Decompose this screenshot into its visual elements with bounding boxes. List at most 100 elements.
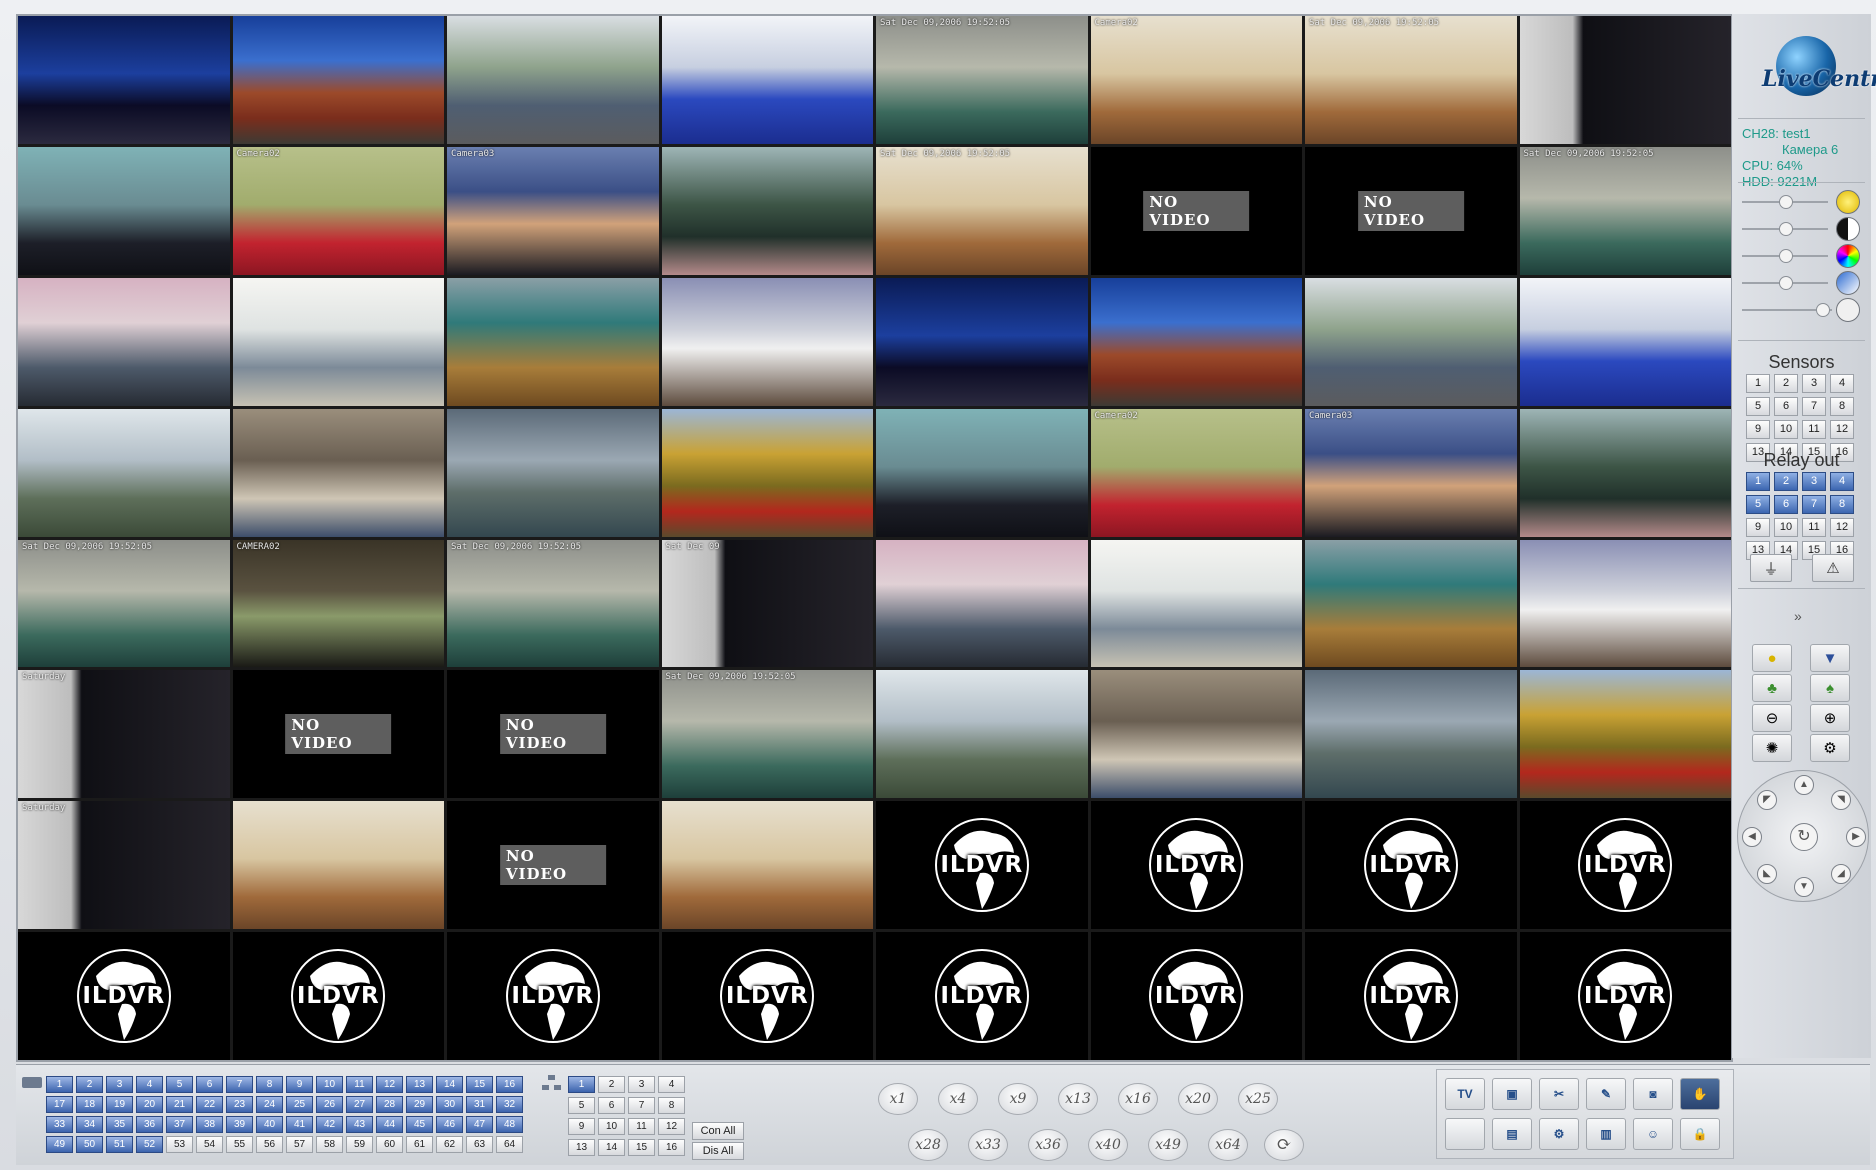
ptz-up-right-button[interactable]: ◥ bbox=[1831, 790, 1851, 810]
camera-tile[interactable]: ILDVR bbox=[876, 932, 1088, 1060]
channel-button[interactable]: 20 bbox=[136, 1096, 163, 1113]
channel-button[interactable]: 63 bbox=[466, 1136, 493, 1153]
sensor-button[interactable]: 10 bbox=[1774, 420, 1798, 439]
channel-button[interactable]: 41 bbox=[286, 1116, 313, 1133]
camera-tile[interactable]: NO VIDEO bbox=[232, 670, 444, 799]
camera-tile[interactable] bbox=[232, 801, 444, 930]
camera-tile[interactable] bbox=[18, 146, 230, 275]
channel-button[interactable]: 28 bbox=[376, 1096, 403, 1113]
camera-tile[interactable]: Sat Dec 09,2006 19:52:05 bbox=[1519, 146, 1731, 275]
channel-button[interactable]: 19 bbox=[106, 1096, 133, 1113]
channel-button[interactable]: 33 bbox=[46, 1116, 73, 1133]
alarm-button[interactable]: ⚠ bbox=[1812, 554, 1854, 582]
tool-hand-button[interactable]: ✋ bbox=[1680, 1078, 1720, 1110]
sensor-button[interactable]: 12 bbox=[1830, 420, 1854, 439]
camera-tile[interactable]: Sat Dec 09,2006 19:52:05 bbox=[447, 539, 659, 668]
ptz-zoom-out-button[interactable]: ⊖ bbox=[1752, 704, 1792, 732]
channel-button[interactable]: 15 bbox=[466, 1076, 493, 1093]
camera-tile[interactable]: Sat Dec 09,2006 19:52:05 bbox=[1305, 16, 1517, 144]
group-button[interactable]: 8 bbox=[658, 1097, 685, 1114]
layout-button[interactable]: x33 bbox=[968, 1129, 1008, 1161]
slider-knob[interactable] bbox=[1816, 303, 1831, 317]
group-button[interactable]: 4 bbox=[658, 1076, 685, 1093]
channel-button[interactable]: 60 bbox=[376, 1136, 403, 1153]
camera-tile[interactable]: NO VIDEO bbox=[1090, 146, 1302, 275]
channel-button[interactable]: 1 bbox=[46, 1076, 73, 1093]
camera-tile[interactable] bbox=[1305, 670, 1517, 799]
sensor-button[interactable]: 3 bbox=[1802, 374, 1826, 393]
channel-button[interactable]: 59 bbox=[346, 1136, 373, 1153]
ptz-iris-button[interactable]: ✺ bbox=[1752, 734, 1792, 762]
sensor-button[interactable]: 6 bbox=[1774, 397, 1798, 416]
camera-tile[interactable] bbox=[661, 16, 873, 144]
tool-lock-button[interactable]: 🔒 bbox=[1680, 1118, 1720, 1150]
camera-tile[interactable] bbox=[1519, 539, 1731, 668]
layout-button[interactable]: x36 bbox=[1028, 1129, 1068, 1161]
group-button[interactable]: 13 bbox=[568, 1139, 595, 1156]
channel-button[interactable]: 58 bbox=[316, 1136, 343, 1153]
layout-button[interactable]: x16 bbox=[1118, 1083, 1158, 1115]
camera-tile[interactable]: ILDVR bbox=[1519, 932, 1731, 1060]
camera-tile[interactable]: NO VIDEO bbox=[447, 801, 659, 930]
channel-button[interactable]: 52 bbox=[136, 1136, 163, 1153]
layout-button[interactable]: x40 bbox=[1088, 1129, 1128, 1161]
channel-button[interactable]: 48 bbox=[496, 1116, 523, 1133]
ptz-focus-far-button[interactable]: ▼ bbox=[1810, 644, 1850, 672]
layout-button[interactable]: x49 bbox=[1148, 1129, 1188, 1161]
camera-tile[interactable]: Sat Dec 09,2006 19:52:05 bbox=[876, 146, 1088, 275]
camera-tile[interactable] bbox=[18, 408, 230, 537]
camera-tile[interactable] bbox=[1519, 408, 1731, 537]
channel-button[interactable]: 29 bbox=[406, 1096, 433, 1113]
group-button[interactable]: 1 bbox=[568, 1076, 595, 1093]
group-button[interactable]: 16 bbox=[658, 1139, 685, 1156]
brightness-icon[interactable] bbox=[1836, 190, 1860, 214]
camera-tile[interactable] bbox=[1519, 277, 1731, 406]
relay-button[interactable]: 7 bbox=[1802, 495, 1826, 514]
channel-button[interactable]: 17 bbox=[46, 1096, 73, 1113]
camera-tile[interactable]: Camera02 bbox=[1090, 408, 1302, 537]
camera-tile[interactable] bbox=[876, 670, 1088, 799]
relay-button[interactable]: 2 bbox=[1774, 472, 1798, 491]
camera-tile[interactable] bbox=[1305, 539, 1517, 668]
sensor-button[interactable]: 7 bbox=[1802, 397, 1826, 416]
sensor-button[interactable]: 9 bbox=[1746, 420, 1770, 439]
camera-tile[interactable] bbox=[232, 277, 444, 406]
channel-button[interactable]: 21 bbox=[166, 1096, 193, 1113]
channel-button[interactable]: 50 bbox=[76, 1136, 103, 1153]
sensor-button[interactable]: 4 bbox=[1830, 374, 1854, 393]
image-slider[interactable] bbox=[1740, 217, 1864, 241]
tool-camera-button[interactable]: ◙ bbox=[1633, 1078, 1673, 1110]
camera-tile[interactable] bbox=[447, 16, 659, 144]
relay-button[interactable]: 10 bbox=[1774, 518, 1798, 537]
ptz-zoom-in-button[interactable]: ⊕ bbox=[1810, 704, 1850, 732]
saturation-icon[interactable] bbox=[1836, 244, 1860, 268]
channel-button[interactable]: 32 bbox=[496, 1096, 523, 1113]
channel-button[interactable]: 6 bbox=[196, 1076, 223, 1093]
camera-tile[interactable] bbox=[232, 408, 444, 537]
channel-button[interactable]: 12 bbox=[376, 1076, 403, 1093]
image-slider[interactable] bbox=[1740, 190, 1864, 214]
channel-button[interactable]: 14 bbox=[436, 1076, 463, 1093]
relay-button[interactable]: 9 bbox=[1746, 518, 1770, 537]
group-button[interactable]: 7 bbox=[628, 1097, 655, 1114]
ptz-up-button[interactable]: ▲ bbox=[1794, 775, 1814, 795]
camera-tile[interactable]: ILDVR bbox=[1519, 801, 1731, 930]
disconnect-all-button[interactable]: Dis All bbox=[692, 1142, 744, 1160]
channel-button[interactable]: 54 bbox=[196, 1136, 223, 1153]
tool-display-button[interactable]: ▤ bbox=[1492, 1118, 1532, 1150]
ptz-up-left-button[interactable]: ◤ bbox=[1757, 790, 1777, 810]
tool-tools-button[interactable]: ✂ bbox=[1539, 1078, 1579, 1110]
channel-button[interactable]: 37 bbox=[166, 1116, 193, 1133]
channel-button[interactable]: 7 bbox=[226, 1076, 253, 1093]
camera-tile[interactable]: Camera03 bbox=[1305, 408, 1517, 537]
relay-button[interactable]: 4 bbox=[1830, 472, 1854, 491]
relay-button[interactable]: 5 bbox=[1746, 495, 1770, 514]
relay-button[interactable]: 3 bbox=[1802, 472, 1826, 491]
channel-button[interactable]: 62 bbox=[436, 1136, 463, 1153]
layout-button[interactable]: x64 bbox=[1208, 1129, 1248, 1161]
camera-tile[interactable]: ILDVR bbox=[1305, 801, 1517, 930]
group-button[interactable]: 12 bbox=[658, 1118, 685, 1135]
channel-button[interactable]: 13 bbox=[406, 1076, 433, 1093]
channel-button[interactable]: 64 bbox=[496, 1136, 523, 1153]
channel-button[interactable]: 61 bbox=[406, 1136, 433, 1153]
